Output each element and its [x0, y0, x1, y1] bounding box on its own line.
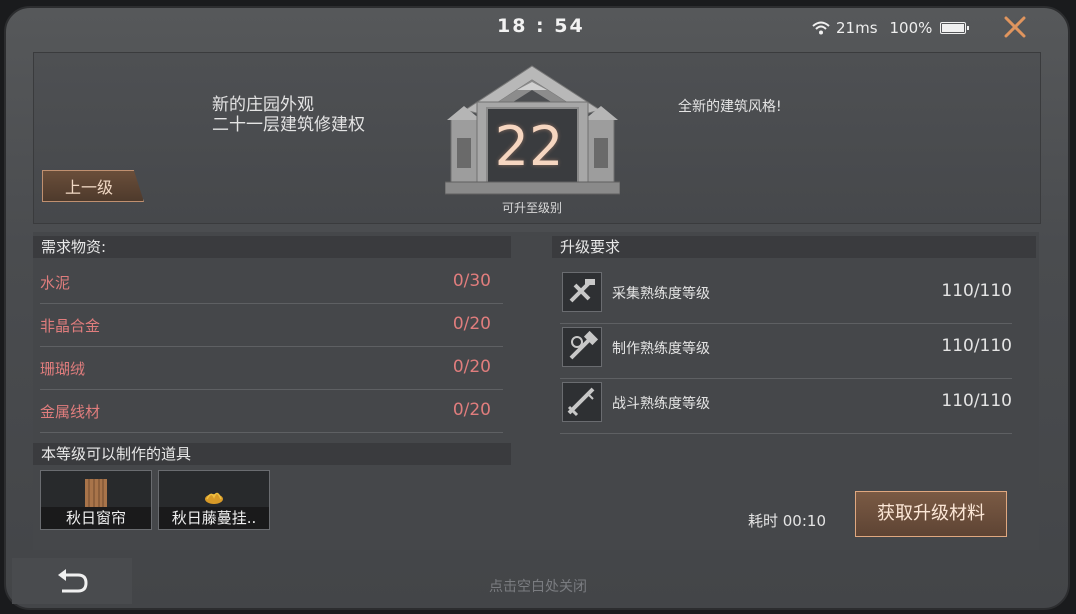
requirements-header: 需求物资:	[33, 236, 511, 258]
requirement-name: 水泥	[40, 274, 71, 292]
unlock-description: 新的庄园外观 二十一层建筑修建权	[212, 95, 365, 135]
requirements-title: 需求物资:	[41, 238, 107, 256]
condition-row: 采集熟练度等级 110/110	[560, 268, 1012, 324]
requirement-count: 0/20	[452, 357, 491, 377]
close-icon[interactable]	[1002, 14, 1028, 40]
requirement-count: 0/30	[452, 271, 491, 291]
prev-level-button[interactable]: 上一级	[42, 170, 144, 202]
condition-row: 制作熟练度等级 110/110	[560, 323, 1012, 379]
condition-value: 110/110	[941, 281, 1012, 301]
requirement-name: 珊瑚绒	[40, 360, 86, 378]
conditions-title: 升级要求	[560, 238, 621, 256]
wifi-icon	[812, 21, 830, 35]
requirement-row: 金属线材 0/20	[40, 389, 503, 433]
craftable-title: 本等级可以制作的道具	[41, 445, 192, 463]
vine-icon	[205, 492, 223, 504]
target-level: 22	[494, 115, 564, 178]
ping-text: 21ms	[836, 19, 878, 37]
gather-icon	[562, 272, 602, 312]
status-indicators: 21ms 100%	[812, 19, 970, 37]
get-materials-button[interactable]: 获取升级材料	[855, 491, 1007, 537]
requirement-count: 0/20	[452, 314, 491, 334]
condition-value: 110/110	[941, 391, 1012, 411]
craftable-item[interactable]: 秋日藤蔓挂..	[158, 470, 270, 530]
new-style-text: 全新的建筑风格!	[678, 99, 782, 115]
time-cost: 耗时 00:10	[748, 512, 826, 530]
requirement-row: 珊瑚绒 0/20	[40, 346, 503, 390]
unlock-line-1: 新的庄园外观	[212, 95, 314, 115]
condition-name: 制作熟练度等级	[612, 341, 710, 357]
battery-text: 100%	[889, 19, 933, 37]
close-hint: 点击空白处关闭	[489, 579, 587, 595]
requirement-name: 金属线材	[40, 403, 101, 421]
unlock-line-2: 二十一层建筑修建权	[212, 115, 365, 135]
condition-name: 采集熟练度等级	[612, 286, 710, 302]
craftable-header: 本等级可以制作的道具	[33, 443, 511, 465]
battery-icon	[940, 22, 970, 34]
requirement-count: 0/20	[452, 400, 491, 420]
combat-icon	[562, 382, 602, 422]
clock: 18 : 54	[497, 15, 585, 37]
condition-row: 战斗熟练度等级 110/110	[560, 378, 1012, 434]
conditions-header: 升级要求	[552, 236, 1036, 258]
requirement-name: 非晶合金	[40, 317, 101, 335]
requirement-row: 非晶合金 0/20	[40, 303, 503, 347]
requirement-row: 水泥 0/30	[40, 260, 503, 304]
item-label: 秋日藤蔓挂..	[159, 507, 269, 529]
item-label: 秋日窗帘	[41, 507, 151, 529]
craft-icon	[562, 327, 602, 367]
condition-value: 110/110	[941, 336, 1012, 356]
craftable-item[interactable]: 秋日窗帘	[40, 470, 152, 530]
target-level-label: 可升至级别	[501, 201, 562, 215]
curtain-icon	[85, 479, 107, 507]
condition-name: 战斗熟练度等级	[612, 396, 710, 412]
